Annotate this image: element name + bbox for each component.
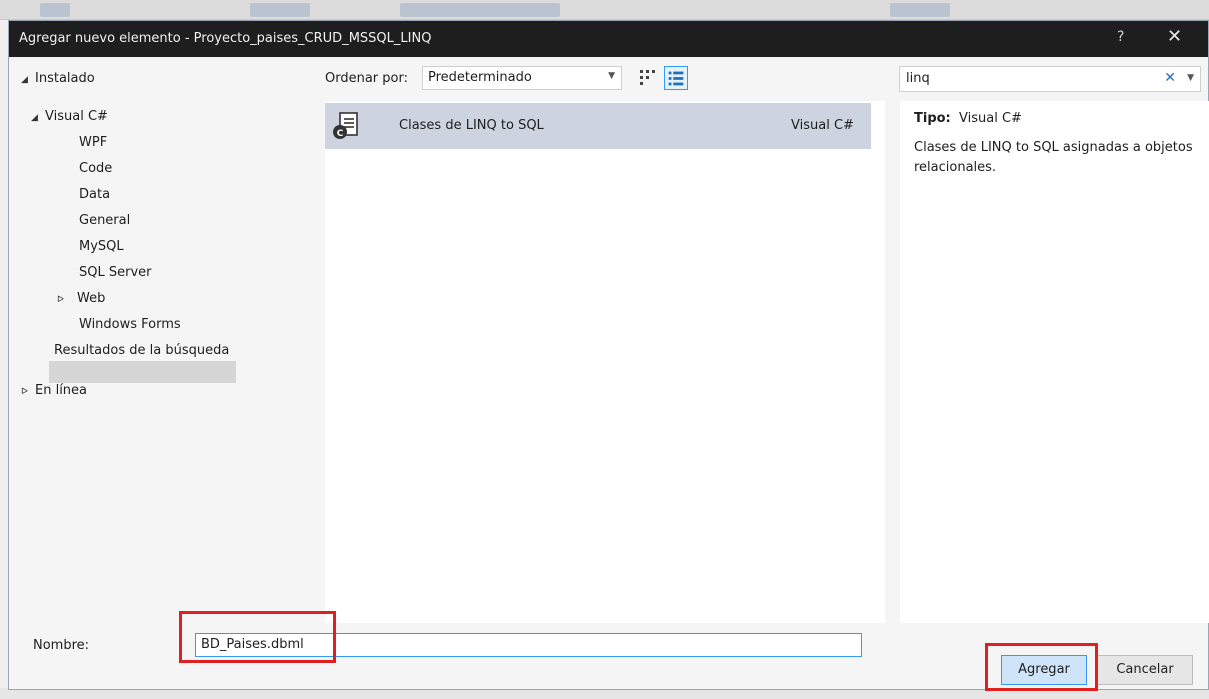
background-editor — [0, 20, 8, 688]
svg-text:C: C — [337, 129, 344, 139]
highlight-box — [179, 611, 336, 663]
toolbar-block — [250, 3, 310, 17]
result-item-name: Clases de LINQ to SQL — [399, 118, 544, 133]
tree-item-wpf[interactable]: WPF — [79, 135, 107, 150]
toolbar-block — [40, 3, 70, 17]
close-button[interactable]: ✕ — [1167, 26, 1182, 47]
template-list-panel: Ordenar por: Predeterminado ▼ C Clases d… — [321, 57, 893, 623]
expanded-arrow-icon: ◢ — [21, 75, 28, 85]
tree-node-web[interactable]: ᐅ Web — [57, 291, 105, 306]
toolbar-block — [400, 3, 560, 17]
add-new-item-dialog: Agregar nuevo elemento - Proyecto_paises… — [8, 20, 1209, 691]
template-tree: ◢ Instalado ◢ Visual C# WPF Code Data Gene… — [9, 57, 321, 623]
collapsed-arrow-icon: ᐅ — [21, 387, 28, 397]
tree-item-windows-forms[interactable]: Windows Forms — [79, 317, 181, 332]
list-view-icon[interactable] — [664, 66, 688, 90]
clear-search-icon[interactable]: ✕ — [1164, 70, 1176, 86]
expanded-arrow-icon: ◢ — [31, 113, 38, 123]
tree-item-code[interactable]: Code — [79, 161, 112, 176]
linq-to-sql-icon: C — [333, 112, 358, 139]
result-item-language: Visual C# — [791, 118, 854, 133]
tree-item-search-results[interactable]: Resultados de la búsqueda — [54, 343, 229, 358]
sort-label: Ordenar por: — [325, 71, 408, 86]
name-label: Nombre: — [33, 638, 90, 653]
sort-select[interactable]: Predeterminado ▼ — [422, 66, 622, 90]
chevron-down-icon[interactable]: ▼ — [1187, 73, 1194, 83]
chevron-down-icon: ▼ — [608, 71, 615, 81]
dialog-titlebar: Agregar nuevo elemento - Proyecto_paises… — [9, 21, 1208, 57]
highlight-box — [985, 643, 1098, 691]
grid-view-icon[interactable] — [637, 67, 657, 87]
item-description: Clases de LINQ to SQL asignadas a objeto… — [914, 140, 1193, 175]
collapsed-arrow-icon: ᐅ — [57, 295, 64, 305]
background-toolbar — [0, 0, 1209, 20]
item-details: Tipo: Visual C# Clases de LINQ to SQL as… — [900, 101, 1209, 623]
item-type: Tipo: Visual C# — [914, 111, 1022, 126]
template-list: C Clases de LINQ to SQL Visual C# — [325, 101, 885, 623]
help-button[interactable]: ? — [1117, 29, 1124, 45]
tree-item-general[interactable]: General — [79, 213, 130, 228]
tree-item-sql-server[interactable]: SQL Server — [79, 265, 152, 280]
cancel-button[interactable]: Cancelar — [1097, 655, 1193, 685]
tree-selection-highlight — [49, 361, 236, 383]
tree-node-visual-csharp[interactable]: ◢ Visual C# — [31, 109, 108, 124]
tree-item-mysql[interactable]: MySQL — [79, 239, 124, 254]
tree-node-installed[interactable]: ◢ Instalado — [21, 71, 95, 86]
dialog-title: Agregar nuevo elemento - Proyecto_paises… — [19, 31, 432, 46]
tree-node-online[interactable]: ᐅ En línea — [21, 383, 87, 398]
list-item[interactable]: C Clases de LINQ to SQL Visual C# — [325, 103, 871, 149]
details-panel: linq ✕ ▼ Tipo: Visual C# Clases de LINQ … — [893, 57, 1209, 623]
tree-item-data[interactable]: Data — [79, 187, 110, 202]
search-input[interactable]: linq ✕ ▼ — [899, 66, 1201, 92]
toolbar-block — [890, 3, 950, 17]
